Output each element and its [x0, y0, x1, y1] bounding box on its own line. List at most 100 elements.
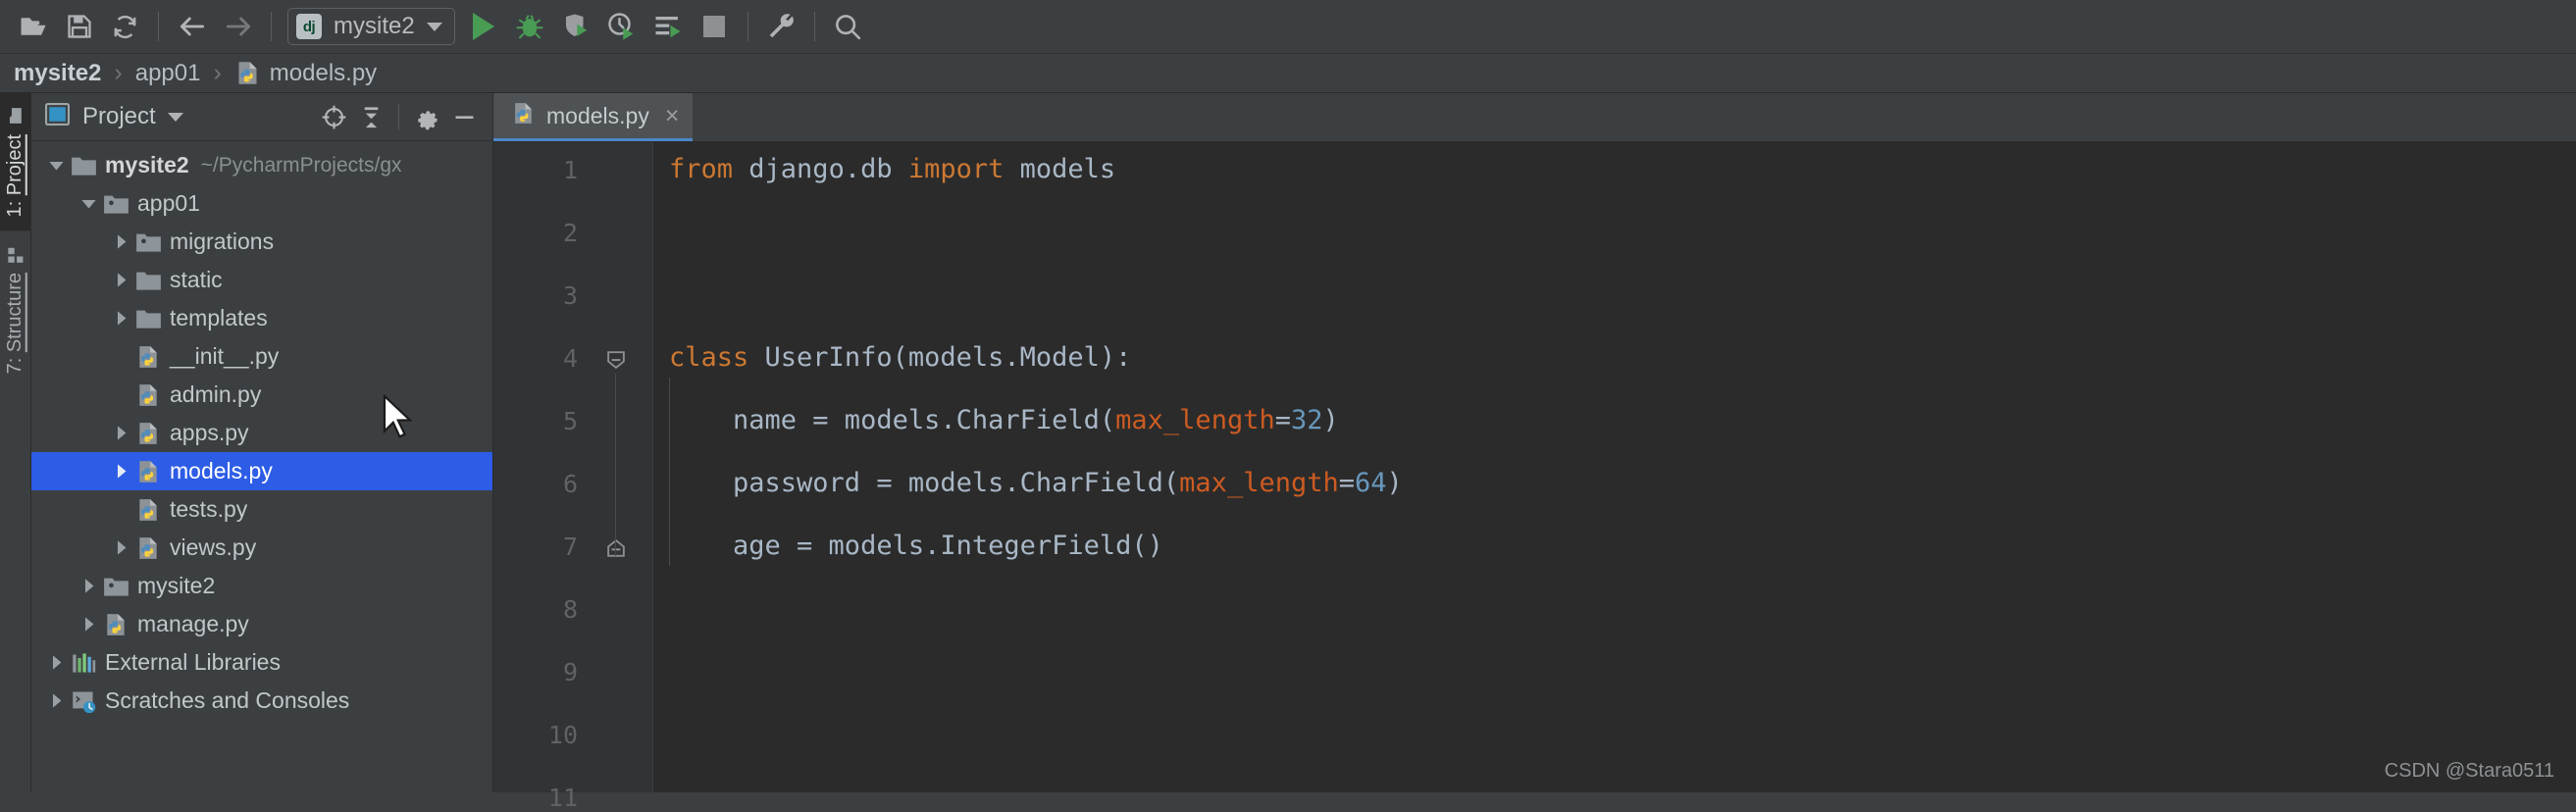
- tree-item-views-py[interactable]: views.py: [31, 529, 492, 567]
- chevron-down-icon[interactable]: [43, 157, 69, 174]
- chevron-right-icon[interactable]: [43, 692, 69, 709]
- tab-label: models.py: [546, 102, 649, 128]
- code-token: 64: [1355, 468, 1387, 498]
- chevron-right-icon[interactable]: [43, 654, 69, 671]
- sync-refresh-icon[interactable]: [102, 4, 148, 50]
- navigate-back-icon[interactable]: [169, 4, 215, 50]
- tree-item-apps-py[interactable]: apps.py: [31, 414, 492, 452]
- tree-item-manage-py[interactable]: manage.py: [31, 605, 492, 643]
- line-number: 8: [562, 595, 578, 624]
- toolbar-divider-3: [747, 12, 748, 41]
- code-token: import: [907, 154, 1005, 184]
- chevron-right-icon[interactable]: [108, 233, 133, 250]
- tree-item-label: app01: [137, 190, 200, 216]
- breadcrumb-separator-2: ›: [213, 59, 222, 86]
- python-file-icon: [133, 421, 163, 446]
- sidebar-item-structure[interactable]: 7: Structure: [0, 231, 30, 387]
- code-line[interactable]: from django.db import models: [669, 156, 1115, 182]
- sidebar-item-project[interactable]: 1: Project: [0, 93, 30, 231]
- close-icon[interactable]: ×: [665, 103, 680, 128]
- locate-target-icon[interactable]: [315, 98, 352, 135]
- tree-item-static[interactable]: static: [31, 261, 492, 299]
- chevron-right-icon[interactable]: [108, 539, 133, 556]
- chevron-right-icon[interactable]: [108, 310, 133, 327]
- tree-item-app01[interactable]: app01: [31, 184, 492, 223]
- chevron-right-icon[interactable]: [108, 425, 133, 441]
- hide-panel-icon[interactable]: [445, 98, 483, 135]
- stop-icon[interactable]: [692, 4, 738, 50]
- line-number: 10: [547, 721, 578, 749]
- django-badge-icon: dj: [296, 14, 322, 39]
- project-tool-window: Project mysite2 ~/PycharmProjects/gx app…: [31, 93, 493, 792]
- chevron-down-icon[interactable]: [76, 195, 101, 212]
- tree-item-label: mysite2: [105, 152, 189, 178]
- code-content[interactable]: from django.db import models class UserIn…: [653, 142, 2576, 792]
- folder-icon: [6, 107, 25, 126]
- open-folder-icon[interactable]: [10, 4, 56, 50]
- project-tree[interactable]: mysite2 ~/PycharmProjects/gx app01 migrat…: [31, 141, 492, 792]
- tree-item-label: External Libraries: [105, 649, 281, 675]
- code-viewport: 1 2 3 4 5 6 7 8 9 10 11 from django.db import mode…: [493, 142, 2576, 812]
- folder-icon: [133, 307, 163, 330]
- tree-item-templates[interactable]: templates: [31, 299, 492, 337]
- fold-end-icon[interactable]: [605, 537, 627, 559]
- main-toolbar: dj mysite2: [0, 0, 2576, 54]
- settings-gear-icon[interactable]: [408, 98, 445, 135]
- code-token: max_length: [1179, 468, 1339, 498]
- tree-item-mysite2[interactable]: mysite2 ~/PycharmProjects/gx: [31, 146, 492, 184]
- run-configuration-selector[interactable]: dj mysite2: [287, 8, 455, 45]
- settings-wrench-icon[interactable]: [758, 4, 804, 50]
- tree-item-tests-py[interactable]: tests.py: [31, 490, 492, 529]
- python-file-icon: [133, 459, 163, 484]
- tree-item-label: mysite2: [137, 573, 216, 598]
- code-line[interactable]: name = models.CharField(max_length=32): [669, 407, 1339, 433]
- breadcrumb-item-app[interactable]: app01: [135, 60, 201, 87]
- package-folder-icon: [101, 575, 130, 598]
- tree-item-external-libraries[interactable]: External Libraries: [31, 643, 492, 682]
- tree-item-mysite2[interactable]: mysite2: [31, 567, 492, 605]
- chevron-right-icon[interactable]: [76, 616, 101, 633]
- code-line[interactable]: age = models.IntegerField(): [669, 533, 1163, 559]
- tree-item-label: admin.py: [170, 381, 262, 407]
- structure-icon: [6, 245, 25, 264]
- chevron-right-icon[interactable]: [76, 578, 101, 594]
- tree-item-admin-py[interactable]: admin.py: [31, 376, 492, 414]
- collapse-all-icon[interactable]: [352, 98, 389, 135]
- breadcrumb-item-project[interactable]: mysite2: [14, 60, 101, 87]
- line-number: 11: [547, 784, 578, 812]
- tree-item-label: views.py: [170, 534, 257, 560]
- line-number: 4: [562, 344, 578, 373]
- tree-item-init-py[interactable]: __init__.py: [31, 337, 492, 376]
- tree-item-label: apps.py: [170, 420, 249, 445]
- chevron-right-icon[interactable]: [108, 272, 133, 288]
- code-line[interactable]: class UserInfo(models.Model):: [669, 344, 1131, 371]
- run-with-coverage-icon[interactable]: [553, 4, 599, 50]
- run-icon[interactable]: [461, 4, 507, 50]
- tree-item-label: tests.py: [170, 496, 248, 522]
- code-token: django.db: [733, 154, 908, 184]
- tab-models-py[interactable]: models.py ×: [493, 93, 694, 141]
- code-token: ): [1322, 405, 1339, 435]
- tree-item-scratches-and-consoles[interactable]: Scratches and Consoles: [31, 682, 492, 720]
- profile-icon[interactable]: [599, 4, 645, 50]
- navigate-forward-icon[interactable]: [215, 4, 261, 50]
- search-everywhere-icon[interactable]: [825, 4, 871, 50]
- code-token: password = models.CharField(: [669, 468, 1180, 498]
- debug-icon[interactable]: [507, 4, 553, 50]
- code-token: max_length: [1115, 405, 1275, 435]
- run-with-console-icon[interactable]: [645, 4, 692, 50]
- editor-gutter[interactable]: 1 2 3 4 5 6 7 8 9 10 11: [493, 142, 653, 812]
- chevron-right-icon[interactable]: [108, 463, 133, 480]
- code-line[interactable]: password = models.CharField(max_length=6…: [669, 470, 1403, 496]
- project-panel-title: Project: [82, 103, 156, 129]
- save-all-icon[interactable]: [56, 4, 102, 50]
- line-number: 6: [562, 470, 578, 498]
- line-number: 3: [562, 281, 578, 310]
- tree-item-migrations[interactable]: migrations: [31, 223, 492, 261]
- chevron-down-icon[interactable]: [167, 112, 183, 122]
- tree-item-models-py[interactable]: models.py: [31, 452, 492, 490]
- tree-item-label: migrations: [170, 228, 275, 254]
- fold-collapse-icon[interactable]: [605, 349, 627, 371]
- breadcrumb-item-file[interactable]: models.py: [270, 60, 377, 87]
- code-token: UserInfo(models.Model):: [748, 342, 1132, 373]
